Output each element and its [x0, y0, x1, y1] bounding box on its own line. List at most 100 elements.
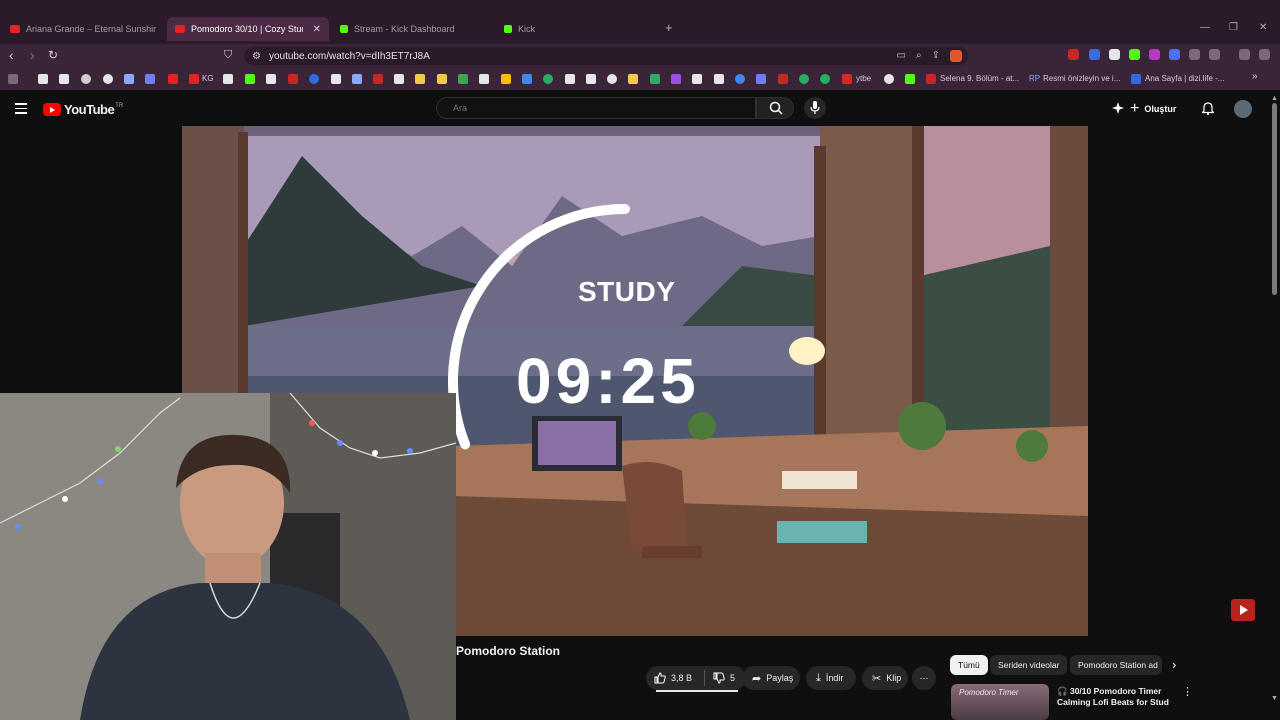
bookmark-icon[interactable]	[735, 74, 745, 84]
bookmark-icon[interactable]	[926, 74, 936, 84]
studio-icon[interactable]	[1112, 102, 1124, 114]
back-icon[interactable]: ‹	[9, 47, 14, 63]
bookmark-icon[interactable]	[692, 74, 702, 84]
hamburger-menu-icon[interactable]	[15, 103, 27, 117]
voice-search-button[interactable]	[804, 97, 826, 119]
cast-icon[interactable]: ▭	[897, 50, 906, 62]
youtube-logo[interactable]: YouTube TR	[43, 102, 123, 117]
extension-icon[interactable]	[1149, 49, 1160, 60]
search-input[interactable]	[436, 97, 756, 119]
minimize-icon[interactable]: —	[1200, 22, 1210, 33]
bookmark-icon[interactable]	[352, 74, 362, 84]
bookmark-icon[interactable]	[799, 74, 809, 84]
bookmark-icon[interactable]	[373, 74, 383, 84]
bookmark-rp[interactable]: Resmi önizleyin ve i...	[1043, 74, 1120, 83]
zoom-icon[interactable]: ⌕	[916, 50, 922, 62]
bookmark-icon[interactable]	[288, 74, 298, 84]
close-window-icon[interactable]: ✕	[1259, 22, 1267, 33]
bookmark-ytbe[interactable]: ytbe	[856, 74, 871, 83]
recommendation-title[interactable]: 🎧 30/10 Pomodoro Timer Calming Lofi Beat…	[1057, 686, 1175, 708]
bookmark-icon[interactable]	[586, 74, 596, 84]
more-bookmarks-icon[interactable]: »	[1252, 71, 1258, 82]
bookmark-icon[interactable]	[38, 74, 48, 84]
page-scrollbar[interactable]	[1272, 103, 1277, 295]
scroll-up-icon[interactable]: ▲	[1271, 95, 1278, 102]
youtube-bookmark-icon[interactable]	[842, 74, 852, 84]
bookmark-selena[interactable]: Selena 9. Bölüm - at...	[940, 74, 1019, 83]
bookmark-icon[interactable]	[145, 74, 155, 84]
kick-bookmark-icon[interactable]	[245, 74, 255, 84]
bookmark-icon[interactable]	[59, 74, 69, 84]
sidebar-icon[interactable]	[1209, 49, 1220, 60]
apps-grid-icon[interactable]	[8, 74, 18, 84]
download-button[interactable]: ⤓ İndir	[806, 666, 856, 690]
bookmark-icon[interactable]: ⛉	[224, 49, 232, 62]
bookmark-icon[interactable]	[756, 74, 766, 84]
bookmark-icon[interactable]	[778, 74, 788, 84]
youtube-bookmark-icon[interactable]	[189, 74, 199, 84]
bookmark-icon[interactable]	[394, 74, 404, 84]
tab-pomodoro[interactable]: Pomodoro 30/10 | Cozy Stud ✕	[167, 17, 329, 41]
bookmark-icon[interactable]	[714, 74, 724, 84]
amazon-bookmark-icon[interactable]	[223, 74, 233, 84]
chips-next-icon[interactable]: ›	[1172, 657, 1176, 672]
forward-icon[interactable]: ›	[30, 47, 35, 63]
bookmark-icon[interactable]	[565, 74, 575, 84]
subscribe-watermark-icon[interactable]	[1231, 599, 1255, 621]
bookmark-icon[interactable]	[650, 74, 660, 84]
extensions-puzzle-icon[interactable]	[1189, 49, 1200, 60]
scroll-down-icon[interactable]: ▼	[1271, 695, 1278, 702]
bookmark-icon[interactable]	[124, 74, 134, 84]
address-bar[interactable]: ⚙ youtube.com/watch?v=dIh3ET7rJ8A ▭ ⌕ ⇪	[244, 47, 968, 65]
new-tab-button[interactable]: +	[665, 20, 673, 35]
chip-series[interactable]: Seriden videolar	[990, 655, 1068, 675]
clip-button[interactable]: ✂ Klip	[862, 666, 908, 690]
avatar[interactable]	[1234, 100, 1252, 118]
bookmark-icon[interactable]	[820, 74, 830, 84]
close-tab-icon[interactable]: ✕	[313, 24, 321, 35]
bookmark-anasayfa[interactable]: Ana Sayfa | dizi.life -...	[1145, 74, 1224, 83]
drive-bookmark-icon[interactable]	[501, 74, 511, 84]
bookmark-icon[interactable]	[1131, 74, 1141, 84]
brave-shield-icon[interactable]	[950, 50, 962, 62]
dislike-button[interactable]: 5	[705, 672, 735, 684]
x-bookmark-icon[interactable]	[266, 74, 276, 84]
menu-icon[interactable]	[1259, 49, 1270, 60]
extension-icon[interactable]	[1109, 49, 1120, 60]
bookmark-icon[interactable]	[543, 74, 553, 84]
chip-channel[interactable]: Pomodoro Station ad	[1070, 655, 1162, 675]
media-icon[interactable]	[1239, 49, 1250, 60]
bookmark-icon[interactable]	[479, 74, 489, 84]
reload-icon[interactable]: ↻	[48, 48, 58, 62]
bookmark-icon[interactable]	[607, 74, 617, 84]
bookmark-icon[interactable]	[522, 74, 532, 84]
bookmark-icon[interactable]	[884, 74, 894, 84]
bookmark-icon[interactable]	[437, 74, 447, 84]
maps-bookmark-icon[interactable]	[458, 74, 468, 84]
share-icon[interactable]: ⇪	[932, 50, 940, 62]
create-button[interactable]: + Oluştur	[1130, 98, 1176, 120]
channel-name[interactable]: Pomodoro Station	[456, 644, 560, 658]
notifications-bell-icon[interactable]	[1202, 102, 1214, 115]
youtube-bookmark-icon[interactable]	[168, 74, 178, 84]
kick-bookmark-icon[interactable]	[905, 74, 915, 84]
share-button[interactable]: ➦ Paylaş	[742, 666, 800, 690]
tab-kick-dashboard[interactable]: Stream - Kick Dashboard	[332, 17, 492, 41]
extension-icon[interactable]	[1129, 49, 1140, 60]
more-actions-button[interactable]: ⋯	[912, 666, 936, 690]
site-info-icon[interactable]: ⚙	[252, 51, 261, 62]
bookmark-icon[interactable]	[628, 74, 638, 84]
bookmark-icon[interactable]	[81, 74, 91, 84]
tab-kick[interactable]: Kick	[496, 17, 656, 41]
recommendation-thumbnail[interactable]: Pomodoro Timer	[951, 684, 1049, 720]
bookmark-kg[interactable]: KG	[202, 74, 214, 83]
extension-new-icon[interactable]	[1068, 49, 1079, 60]
bookmark-icon[interactable]	[415, 74, 425, 84]
chip-all[interactable]: Tümü	[950, 655, 988, 675]
recommendation-menu-icon[interactable]: ⋮	[1182, 685, 1193, 698]
extension-icon[interactable]	[1089, 49, 1100, 60]
maximize-icon[interactable]: ❐	[1229, 22, 1238, 33]
search-button[interactable]	[756, 97, 794, 119]
tab-ariana-grande[interactable]: Ariana Grande – Eternal Sunshine | P	[2, 17, 164, 41]
bookmark-icon[interactable]	[309, 74, 319, 84]
